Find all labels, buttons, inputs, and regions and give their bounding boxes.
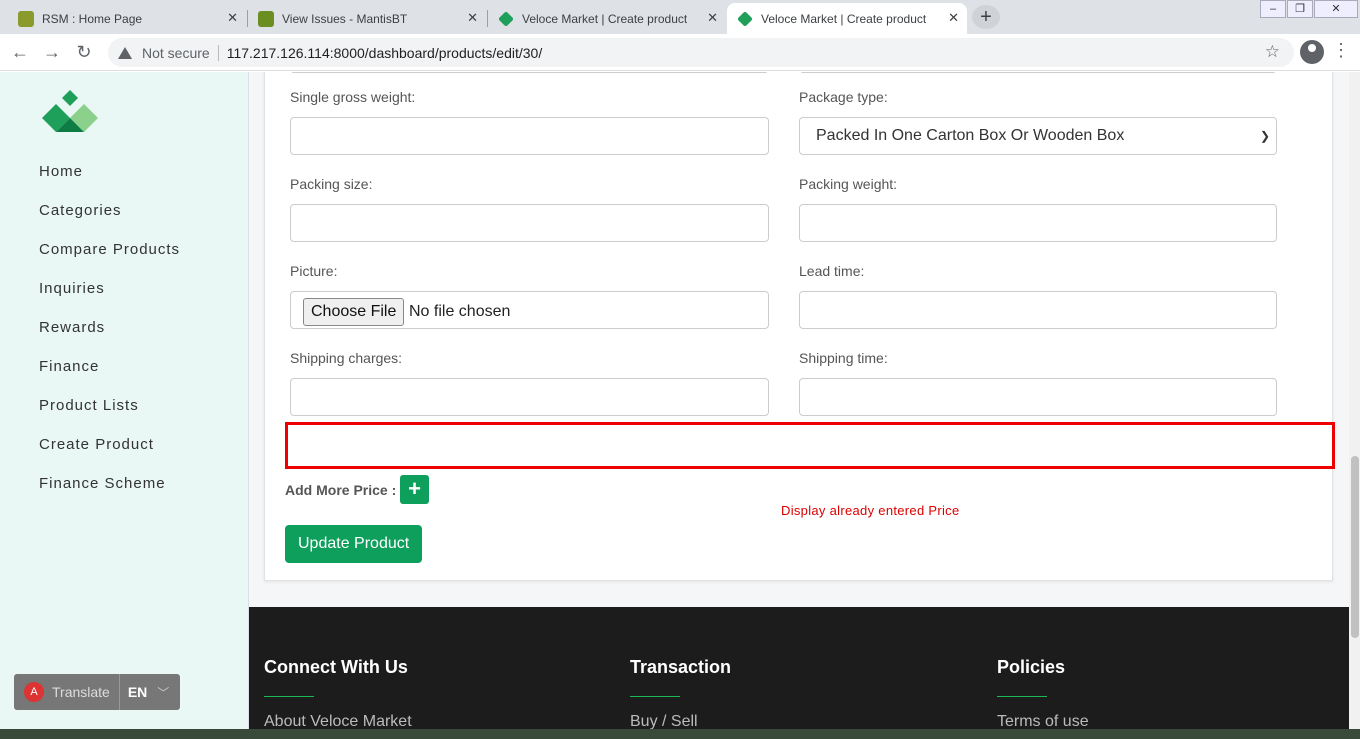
choose-file-button[interactable]: Choose File xyxy=(303,298,405,326)
footer-heading: Policies xyxy=(997,657,1066,677)
browser-tab-rsm[interactable]: RSM : Home Page ✕ xyxy=(8,3,246,34)
footer-link-about[interactable]: About Veloce Market xyxy=(264,713,412,729)
top-right-input[interactable] xyxy=(799,72,1277,73)
sidebar-item-product-lists[interactable]: Product Lists xyxy=(39,397,139,414)
tab-title: RSM : Home Page xyxy=(42,11,143,26)
close-icon[interactable]: ✕ xyxy=(467,10,478,26)
shipping-time-label: Shipping time: xyxy=(799,350,888,366)
single-gross-weight-input[interactable] xyxy=(290,117,769,155)
add-more-price-button[interactable]: + xyxy=(400,475,429,504)
close-icon[interactable]: ✕ xyxy=(227,10,238,26)
lead-time-input[interactable] xyxy=(799,291,1277,329)
annotation-highlight-box xyxy=(285,422,1335,469)
minimize-button[interactable]: – xyxy=(1260,0,1286,18)
sidebar-item-compare-products[interactable]: Compare Products xyxy=(39,241,180,258)
browser-tab-veloce-active[interactable]: Veloce Market | Create product ✕ xyxy=(727,3,967,34)
packing-size-label: Packing size: xyxy=(290,176,373,192)
new-tab-button[interactable]: + xyxy=(972,5,1000,29)
sidebar-item-finance-scheme[interactable]: Finance Scheme xyxy=(39,475,166,492)
browser-tab-veloce-1[interactable]: Veloce Market | Create product ✕ xyxy=(488,3,726,34)
url-omnibox[interactable]: Not secure 117.217.126.114:8000/dashboar… xyxy=(108,38,1294,67)
veloce-favicon-icon xyxy=(498,10,514,27)
sidebar-item-home[interactable]: Home xyxy=(39,163,83,180)
picture-file-input[interactable]: Choose File No file chosen xyxy=(290,291,769,329)
close-icon[interactable]: ✕ xyxy=(707,10,718,26)
sidebar-item-create-product[interactable]: Create Product xyxy=(39,436,154,453)
product-edit-card: Single gross weight: Package type: Packe… xyxy=(264,72,1335,581)
file-status-text: No file chosen xyxy=(409,303,511,320)
packing-size-input[interactable] xyxy=(290,204,769,242)
package-type-select[interactable]: Packed In One Carton Box Or Wooden Box ❯ xyxy=(799,117,1277,155)
packing-weight-label: Packing weight: xyxy=(799,176,898,192)
os-taskbar xyxy=(0,729,1360,739)
chevron-down-icon: ❯ xyxy=(1259,129,1270,143)
footer-heading: Transaction xyxy=(630,657,732,677)
address-bar: ← → ↻ Not secure 117.217.126.114:8000/da… xyxy=(0,34,1360,71)
back-arrow-icon[interactable]: ← xyxy=(10,42,30,62)
packing-weight-input[interactable] xyxy=(799,204,1277,242)
footer-column-transaction: Transaction Buy / Sell xyxy=(630,657,731,729)
picture-label: Picture: xyxy=(290,263,338,279)
restore-button[interactable]: ❐ xyxy=(1287,0,1313,18)
chevron-down-icon: ﹀ xyxy=(157,685,170,700)
update-product-button[interactable]: Update Product xyxy=(285,525,423,563)
package-type-value: Packed In One Carton Box Or Wooden Box xyxy=(816,127,1125,144)
mantis-favicon-icon xyxy=(258,10,274,27)
tab-title: Veloce Market | Create product xyxy=(522,11,688,26)
sidebar-item-inquiries[interactable]: Inquiries xyxy=(39,280,105,297)
sidebar-item-finance[interactable]: Finance xyxy=(39,358,99,375)
sidebar: Home Categories Compare Products Inquiri… xyxy=(0,72,249,729)
translate-icon: A xyxy=(24,682,44,702)
reload-icon[interactable]: ↻ xyxy=(74,42,94,62)
url-text[interactable]: 117.217.126.114:8000/dashboard/products/… xyxy=(227,45,543,61)
close-icon[interactable]: ✕ xyxy=(948,10,959,26)
top-left-input[interactable] xyxy=(290,72,769,73)
menu-kebab-icon[interactable]: ⋮ xyxy=(1332,40,1350,61)
single-gross-weight-label: Single gross weight: xyxy=(290,89,416,105)
shipping-time-input[interactable] xyxy=(799,378,1277,416)
footer-column-policies: Policies Terms of use xyxy=(997,657,1089,729)
veloce-favicon-icon xyxy=(737,10,753,27)
sidebar-item-categories[interactable]: Categories xyxy=(39,202,122,219)
forward-arrow-icon[interactable]: → xyxy=(42,42,62,62)
scrollbar-thumb[interactable] xyxy=(1351,456,1359,638)
rsm-favicon-icon xyxy=(18,10,34,27)
tab-title: View Issues - MantisBT xyxy=(282,11,408,26)
bookmark-star-icon[interactable]: ☆ xyxy=(1265,42,1280,62)
close-window-button[interactable]: ✕ xyxy=(1314,0,1358,18)
footer-link-terms[interactable]: Terms of use xyxy=(997,713,1089,729)
security-label[interactable]: Not secure xyxy=(142,45,210,61)
shipping-charges-input[interactable] xyxy=(290,378,769,416)
language-select[interactable]: EN xyxy=(128,684,147,700)
lead-time-label: Lead time: xyxy=(799,263,865,279)
annotation-note: Display already entered Price xyxy=(781,503,960,518)
footer-heading: Connect With Us xyxy=(264,657,408,677)
profile-avatar-icon[interactable] xyxy=(1300,40,1324,64)
translate-widget[interactable]: A Translate EN ﹀ xyxy=(14,674,180,710)
shipping-charges-label: Shipping charges: xyxy=(290,350,403,366)
browser-tab-bar: RSM : Home Page ✕ View Issues - MantisBT… xyxy=(0,0,1360,34)
veloce-logo-icon[interactable] xyxy=(40,90,100,134)
translate-label: Translate xyxy=(52,684,110,700)
footer-link-buy-sell[interactable]: Buy / Sell xyxy=(630,713,731,729)
footer-column-connect: Connect With Us About Veloce Market xyxy=(264,657,412,729)
tab-title: Veloce Market | Create product xyxy=(761,11,927,26)
sidebar-item-rewards[interactable]: Rewards xyxy=(39,319,105,336)
add-more-price-label: Add More Price : xyxy=(285,482,397,498)
page-scrollbar[interactable] xyxy=(1349,72,1360,729)
footer: Connect With Us About Veloce Market Tran… xyxy=(249,607,1349,729)
package-type-label: Package type: xyxy=(799,89,888,105)
warning-icon xyxy=(118,46,132,59)
page: Home Categories Compare Products Inquiri… xyxy=(0,72,1360,729)
browser-tab-mantis[interactable]: View Issues - MantisBT ✕ xyxy=(248,3,486,34)
